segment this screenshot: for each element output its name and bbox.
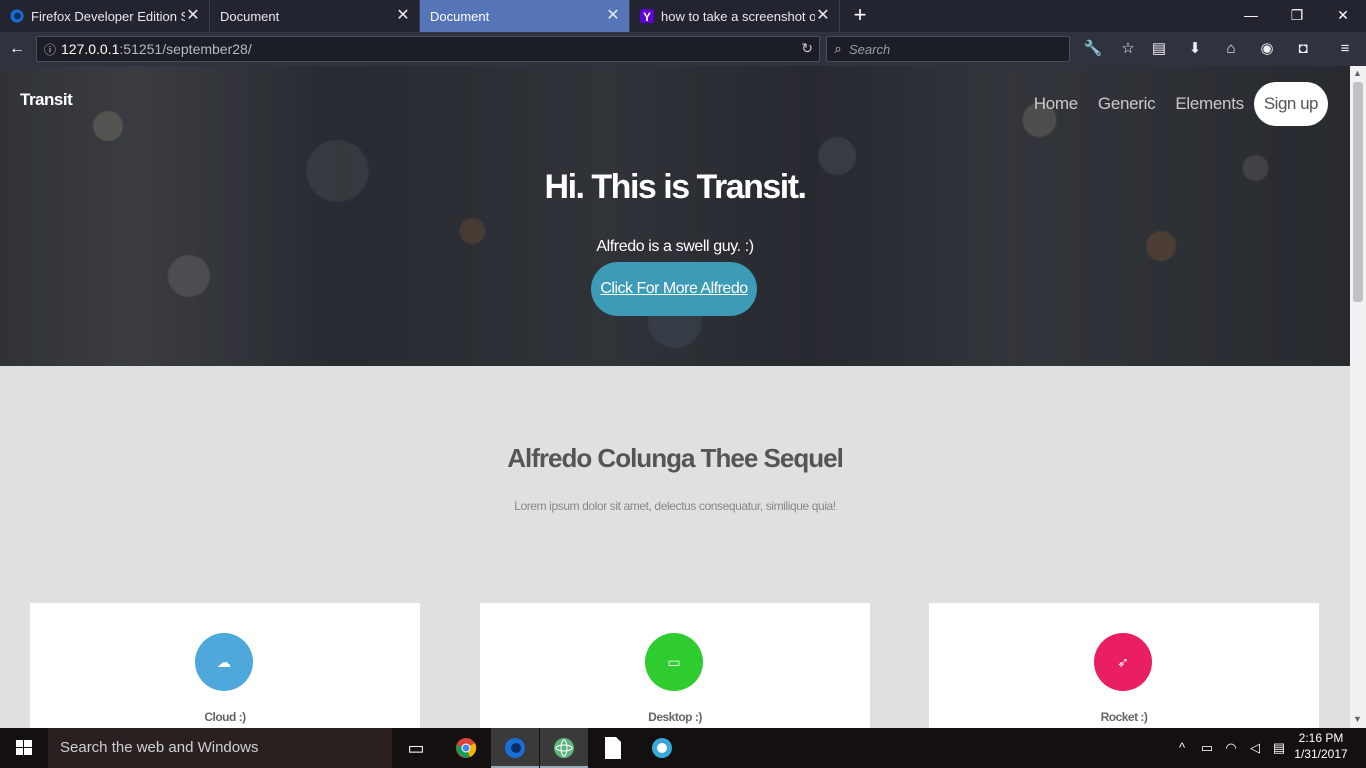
windows-taskbar: Search the web and Windows ▭ ^ ▭ ◠ ◁ ▤ 2…: [0, 728, 1366, 768]
close-icon[interactable]: ✕: [185, 8, 201, 24]
taskbar-search-input[interactable]: Search the web and Windows: [48, 728, 392, 768]
tab-title: Document: [220, 8, 280, 24]
file-icon[interactable]: [589, 728, 637, 768]
tab-firefox-developer-edition[interactable]: Firefox Developer Edition Sta ✕: [0, 0, 210, 32]
extension-icon[interactable]: ◉: [1254, 36, 1280, 62]
hero-title: Hi. This is Transit.: [544, 168, 807, 206]
tab-title: Document: [430, 8, 490, 24]
start-button[interactable]: [0, 728, 48, 768]
tab-title: how to take a screenshot on: [661, 8, 815, 24]
scroll-down-icon[interactable]: ▼: [1353, 714, 1362, 724]
close-icon[interactable]: ✕: [395, 8, 411, 24]
tab-yahoo-search[interactable]: Y how to take a screenshot on ✕: [630, 0, 840, 32]
back-button[interactable]: ←: [0, 32, 34, 66]
section-subtitle: Lorem ipsum dolor sit amet, delectus con…: [514, 499, 836, 513]
nav-link-home[interactable]: Home: [1034, 94, 1078, 114]
clock-date: 1/31/2017: [1294, 747, 1348, 761]
page-scrollbar[interactable]: ▲ ▼: [1350, 66, 1366, 728]
section-title: Alfredo Colunga Thee Sequel: [507, 443, 844, 473]
tab-strip: Firefox Developer Edition Sta ✕ Document…: [0, 0, 1366, 32]
top-navigation: Home Generic Elements Sign up: [1014, 82, 1328, 126]
page-viewport: Transit Home Generic Elements Sign up Hi…: [0, 66, 1350, 728]
search-input[interactable]: ⌕ Search: [826, 36, 1070, 62]
info-icon[interactable]: ⓘ: [39, 41, 61, 58]
desktop-icon: ▭: [645, 633, 703, 691]
firefox-developer-taskbar-icon[interactable]: [491, 728, 539, 768]
chevron-up-icon[interactable]: ^: [1172, 728, 1192, 768]
nav-link-generic[interactable]: Generic: [1098, 94, 1156, 114]
bookmark-star-icon[interactable]: ☆: [1115, 36, 1141, 62]
windows-logo-icon: [16, 740, 32, 755]
feature-card-desktop: ▭ Desktop :): [480, 603, 870, 728]
tab-document-2[interactable]: Document ✕: [420, 0, 630, 32]
app-icon[interactable]: [638, 728, 686, 768]
wifi-icon[interactable]: ◠: [1220, 728, 1242, 768]
card-label: Desktop :): [648, 710, 702, 724]
restore-button[interactable]: ❐: [1274, 0, 1320, 32]
yahoo-icon: Y: [640, 9, 654, 23]
site-logo[interactable]: Transit: [20, 90, 73, 110]
feature-card-cloud: ☁ Cloud :): [30, 603, 420, 728]
pocket-icon[interactable]: ◘: [1290, 36, 1316, 62]
library-icon[interactable]: ▤: [1146, 36, 1172, 62]
chrome-icon[interactable]: [442, 728, 490, 768]
cloud-icon: ☁: [195, 633, 253, 691]
task-view-icon[interactable]: ▭: [392, 728, 440, 768]
firefox-icon: [10, 9, 24, 23]
system-clock[interactable]: 2:16 PM 1/31/2017: [1286, 730, 1356, 762]
home-icon[interactable]: ⌂: [1218, 36, 1244, 62]
search-icon: ⌕: [834, 41, 842, 56]
developer-tools-icon[interactable]: 🔧: [1080, 36, 1106, 62]
clock-time: 2:16 PM: [1298, 731, 1344, 745]
search-placeholder: Search: [849, 41, 891, 57]
url-path: :51251/september28/: [119, 41, 252, 57]
download-icon[interactable]: ⬇: [1182, 36, 1208, 62]
minimize-button[interactable]: —: [1228, 0, 1274, 32]
rocket-icon: ➶: [1094, 633, 1152, 691]
feature-card-rocket: ➶ Rocket :): [929, 603, 1319, 728]
nav-link-elements[interactable]: Elements: [1175, 94, 1244, 114]
svg-text:Y: Y: [643, 10, 651, 23]
hero-banner: Transit Home Generic Elements Sign up Hi…: [0, 66, 1350, 366]
close-window-button[interactable]: ✕: [1320, 0, 1366, 32]
url-host: 127.0.0.1: [61, 41, 120, 57]
tab-title: Firefox Developer Edition Sta: [31, 8, 185, 24]
close-icon[interactable]: ✕: [605, 8, 621, 24]
url-bar[interactable]: ⓘ 127.0.0.1 :51251/september28/ ↻: [36, 36, 820, 62]
hero-subtitle: Alfredo is a swell guy. :): [596, 238, 754, 255]
close-icon[interactable]: ✕: [815, 8, 831, 24]
new-tab-button[interactable]: +: [840, 0, 880, 32]
menu-icon[interactable]: ≡: [1332, 36, 1358, 62]
scrollbar-thumb[interactable]: [1353, 82, 1363, 302]
battery-icon[interactable]: ▭: [1196, 728, 1218, 768]
card-label: Cloud :): [204, 710, 246, 724]
signup-button[interactable]: Sign up: [1253, 82, 1328, 126]
tab-document-1[interactable]: Document ✕: [210, 0, 420, 32]
card-label: Rocket :): [1100, 710, 1148, 724]
scroll-up-icon[interactable]: ▲: [1353, 68, 1362, 78]
reload-icon[interactable]: ↻: [801, 40, 813, 57]
more-alfredo-button[interactable]: Click For More Alfredo: [591, 262, 757, 316]
atom-icon[interactable]: [540, 728, 588, 768]
volume-icon[interactable]: ◁: [1244, 728, 1266, 768]
